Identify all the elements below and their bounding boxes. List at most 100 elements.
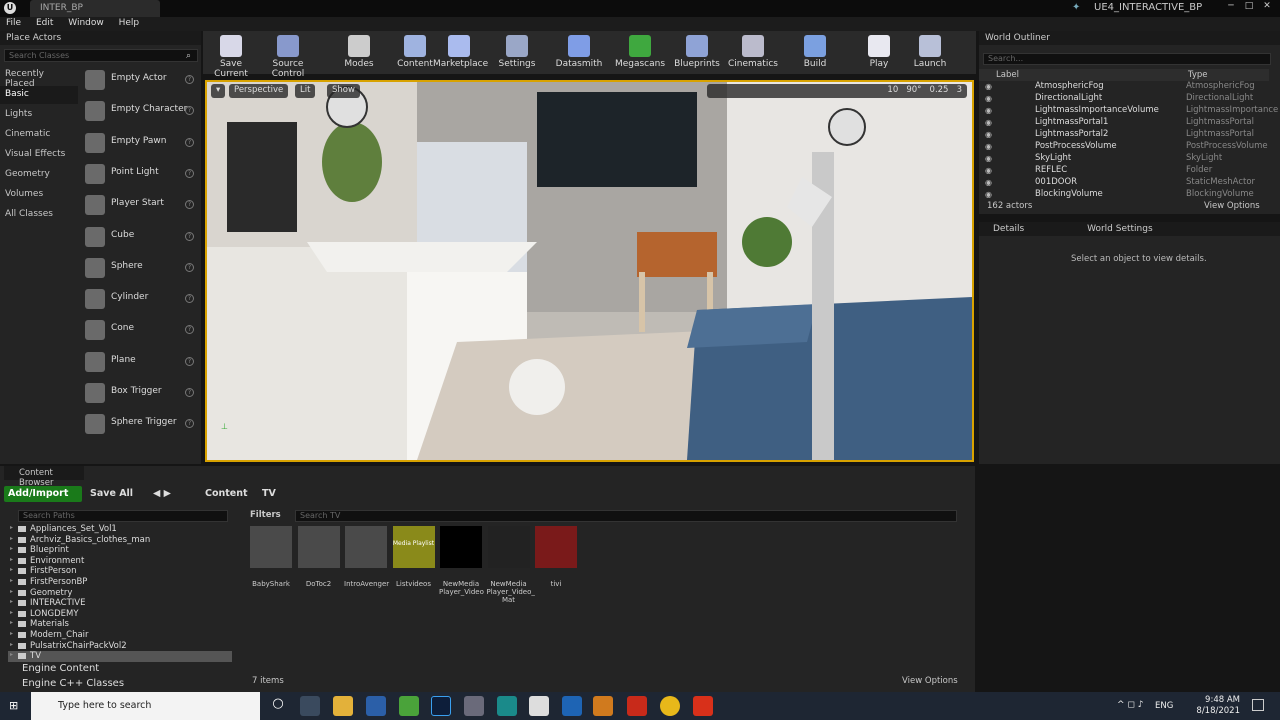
- actor-item[interactable]: Player Start?: [80, 191, 198, 219]
- category-geometry[interactable]: Geometry: [0, 166, 78, 184]
- asset-tile[interactable]: tivi: [534, 526, 578, 606]
- scale-snap-value[interactable]: 0.25: [930, 85, 949, 95]
- visibility-eye-icon[interactable]: ◉: [985, 130, 992, 139]
- folder-item[interactable]: ▸ FirstPersonBP: [8, 577, 232, 588]
- expand-icon[interactable]: ▸: [10, 609, 13, 616]
- visibility-eye-icon[interactable]: ◉: [985, 190, 992, 199]
- folder-item[interactable]: ▸ TV: [8, 651, 232, 662]
- help-icon[interactable]: ?: [185, 356, 194, 366]
- actor-item[interactable]: Empty Actor?: [80, 66, 198, 94]
- asset-tile[interactable]: DoToc2: [297, 526, 341, 606]
- content-browser-tab[interactable]: Content Browser: [4, 466, 84, 488]
- category-volumes[interactable]: Volumes: [0, 186, 78, 204]
- outliner-row[interactable]: ◉ REFLEC Folder: [979, 165, 1265, 177]
- actor-item[interactable]: Empty Pawn?: [80, 129, 198, 157]
- content-view-options[interactable]: View Options: [902, 676, 958, 686]
- save-all-button[interactable]: Save All: [90, 486, 133, 502]
- taskbar-search-input[interactable]: Type here to search: [31, 692, 260, 720]
- folder-item[interactable]: ▸ INTERACTIVE: [8, 598, 232, 609]
- folder-item[interactable]: ▸ Modern_Chair: [8, 630, 232, 641]
- actor-item[interactable]: Box Trigger?: [80, 379, 198, 407]
- mail-icon[interactable]: [562, 696, 582, 716]
- visibility-eye-icon[interactable]: ◉: [985, 94, 992, 103]
- category-recently-placed[interactable]: Recently Placed: [0, 66, 78, 89]
- expand-icon[interactable]: ▸: [10, 524, 13, 531]
- viewport-snap-controls[interactable]: 10 90° 0.25 3: [707, 84, 967, 98]
- help-icon[interactable]: ?: [185, 168, 194, 178]
- outliner-row[interactable]: ◉ AtmosphericFog AtmosphericFog: [979, 81, 1265, 93]
- maximize-icon[interactable]: □: [1242, 0, 1256, 14]
- help-icon[interactable]: ?: [185, 325, 194, 335]
- toolbar-save-current-button[interactable]: Save Current: [205, 31, 257, 79]
- place-actors-tab[interactable]: Place Actors: [0, 31, 201, 45]
- toolbar-blueprints-button[interactable]: Blueprints: [671, 31, 723, 74]
- help-icon[interactable]: ?: [185, 294, 194, 304]
- toolbar-megascans-button[interactable]: Megascans: [614, 31, 666, 74]
- folder-item[interactable]: ▸ Geometry: [8, 588, 232, 599]
- language-indicator[interactable]: ENG: [1155, 701, 1173, 711]
- actor-item[interactable]: Cone?: [80, 316, 198, 344]
- search-classes-input[interactable]: Search Classes: [4, 49, 198, 62]
- app-gray-icon[interactable]: [464, 696, 484, 716]
- menu-edit[interactable]: Edit: [30, 17, 59, 29]
- level-viewport[interactable]: ▾ Perspective Lit Show 10 90° 0.25 3 ⊥: [205, 80, 974, 462]
- outliner-search-input[interactable]: Search...: [983, 53, 1271, 65]
- outliner-row[interactable]: ◉ LightmassPortal2 LightmassPortal: [979, 129, 1265, 141]
- folder-item[interactable]: ▸ PulsatrixChairPackVol2: [8, 641, 232, 652]
- expand-icon[interactable]: ▸: [10, 545, 13, 552]
- outliner-view-options[interactable]: View Options: [1204, 201, 1260, 211]
- category-cinematic[interactable]: Cinematic: [0, 126, 78, 144]
- visibility-eye-icon[interactable]: ◉: [985, 118, 992, 127]
- folder-item[interactable]: ▸ LONGDEMY: [8, 609, 232, 620]
- help-icon[interactable]: ?: [185, 231, 194, 241]
- outliner-row[interactable]: ◉ LightmassImportanceVolume LightmassImpor…: [979, 105, 1278, 117]
- help-icon[interactable]: ?: [185, 262, 194, 272]
- folder-item[interactable]: ▸ Appliances_Set_Vol1: [8, 524, 232, 535]
- viewport-options-button[interactable]: ▾: [211, 84, 226, 98]
- folder-item[interactable]: ▸ Blueprint: [8, 545, 232, 556]
- expand-icon[interactable]: ▸: [10, 566, 13, 573]
- expand-icon[interactable]: ▸: [10, 598, 13, 605]
- engine-cpp-folder[interactable]: Engine C++ Classes: [22, 678, 124, 689]
- unreal-engine-icon[interactable]: [529, 696, 549, 716]
- outliner-row[interactable]: ◉ PostProcessVolume PostProcessVolume: [979, 141, 1268, 153]
- lit-button[interactable]: Lit: [295, 84, 316, 98]
- cortana-icon[interactable]: ○: [268, 696, 288, 716]
- engine-content-folder[interactable]: Engine Content: [22, 663, 99, 674]
- actor-item[interactable]: Sphere Trigger?: [80, 410, 198, 438]
- world-settings-tab[interactable]: World Settings: [1087, 224, 1153, 234]
- asset-tile[interactable]: Media Playlist Listvideos: [392, 526, 436, 606]
- expand-icon[interactable]: ▸: [10, 651, 13, 658]
- asset-tile[interactable]: NewMedia Player_Video: [439, 526, 484, 606]
- visibility-eye-icon[interactable]: ◉: [985, 142, 992, 151]
- back-icon[interactable]: ◀ ▶: [153, 488, 171, 499]
- world-outliner-tab[interactable]: World Outliner: [979, 31, 1280, 45]
- expand-icon[interactable]: ▸: [10, 556, 13, 563]
- help-icon[interactable]: ?: [185, 200, 194, 210]
- viewport-scene[interactable]: [207, 82, 972, 460]
- perspective-button[interactable]: Perspective: [229, 84, 289, 98]
- folder-item[interactable]: ▸ Environment: [8, 556, 232, 567]
- expand-icon[interactable]: ▸: [10, 577, 13, 584]
- toolbar-settings-button[interactable]: Settings: [491, 31, 543, 74]
- visibility-eye-icon[interactable]: ◉: [985, 154, 992, 163]
- help-icon[interactable]: ?: [185, 388, 194, 397]
- folder-item[interactable]: ▸ Materials: [8, 619, 232, 630]
- filters-button[interactable]: Filters: [250, 510, 281, 520]
- outliner-row[interactable]: ◉ LightmassPortal1 LightmassPortal: [979, 117, 1265, 129]
- toolbar-build-button[interactable]: Build: [789, 31, 841, 74]
- search-assets-input[interactable]: Search TV: [295, 510, 957, 522]
- help-icon[interactable]: ?: [185, 137, 194, 147]
- visibility-eye-icon[interactable]: ◉: [985, 82, 992, 91]
- task-view-icon[interactable]: [300, 696, 320, 716]
- toolbar-cinematics-button[interactable]: Cinematics: [727, 31, 779, 74]
- notification-icon[interactable]: [1252, 699, 1264, 711]
- visibility-eye-icon[interactable]: ◉: [985, 178, 992, 187]
- breadcrumb-content[interactable]: Content: [205, 488, 248, 499]
- help-icon[interactable]: ?: [185, 75, 194, 84]
- file-explorer-icon[interactable]: [333, 696, 353, 716]
- visibility-eye-icon[interactable]: ◉: [985, 106, 992, 115]
- col-label[interactable]: Label: [996, 70, 1019, 80]
- outliner-row[interactable]: ◉ 001DOOR StaticMeshActor: [979, 177, 1265, 189]
- toolbar-modes-button[interactable]: Modes: [333, 31, 385, 74]
